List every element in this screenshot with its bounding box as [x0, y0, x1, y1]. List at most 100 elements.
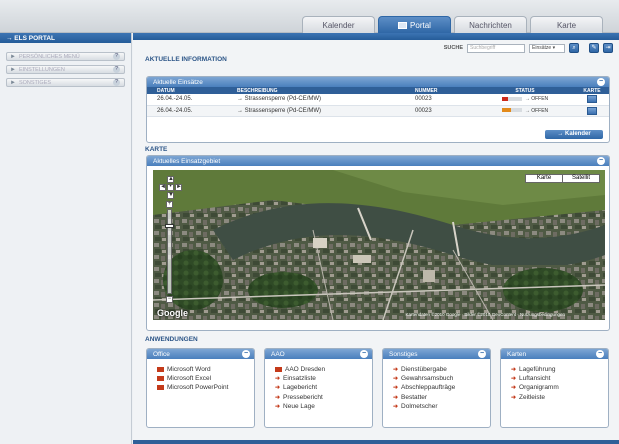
- tab-nachrichten[interactable]: Nachrichten: [454, 16, 527, 33]
- app-label: Dolmetscher: [401, 402, 438, 410]
- main-tabs: Kalender Portal Nachrichten Karte: [302, 16, 603, 33]
- app-label: Lageführung: [519, 366, 556, 374]
- help-icon[interactable]: ?: [113, 53, 120, 60]
- map-view-icon[interactable]: [587, 106, 597, 115]
- tab-label: Kalender: [322, 20, 355, 30]
- zoom-slider-handle[interactable]: [165, 224, 174, 228]
- app-link-excel[interactable]: Microsoft Excel: [157, 374, 254, 383]
- sidebar-item-einstellungen[interactable]: ► EINSTELLUNGEN ?: [6, 65, 125, 74]
- sidebar-item-persoenliches-menu[interactable]: ► PERSÖNLICHES MENÜ ?: [6, 52, 125, 61]
- help-icon[interactable]: ?: [113, 79, 120, 86]
- search-bar: SUCHE Suchbegriff Einsätze ▾ ⌕ ✎ ⇥: [133, 40, 619, 56]
- top-bar: Kalender Portal Nachrichten Karte: [0, 0, 619, 33]
- app-link-organigramm[interactable]: ➜ Organigramm: [511, 383, 608, 392]
- sidebar-item-sonstiges[interactable]: ► SONSTIGES ?: [6, 78, 125, 87]
- app-link-powerpoint[interactable]: Microsoft PowerPoint: [157, 383, 254, 392]
- app-list: ➜ Lageführung ➜ Luftansicht ➜ Organigramm ➜…: [501, 359, 608, 402]
- app-link-aao-dresden[interactable]: AAO Dresden: [275, 365, 372, 374]
- app-label: Organigramm: [519, 384, 559, 392]
- app-link-lagebericht[interactable]: ➜ Lagebericht: [275, 383, 372, 392]
- zoom-slider[interactable]: [167, 209, 172, 294]
- collapse-icon[interactable]: −: [596, 350, 604, 358]
- exit-icon: ⇥: [605, 45, 611, 51]
- search-button[interactable]: ⌕: [569, 43, 579, 53]
- section-title-karte: KARTE: [145, 146, 168, 153]
- cell-status: → OFFEN: [475, 94, 575, 106]
- portal-icon: [398, 21, 408, 29]
- map-view-icon[interactable]: [587, 95, 597, 104]
- satellite-map[interactable]: Karte Satellit ▲ ◄ • ► ▼ + − Google Kart…: [153, 170, 605, 320]
- tab-portal[interactable]: Portal: [378, 16, 451, 33]
- cell-datum: 26.04.-24.05.: [147, 94, 227, 106]
- app-link-gewahrsamsbuch[interactable]: ➜ Gewahrsamsbuch: [393, 374, 490, 383]
- column-header[interactable]: KARTE: [575, 87, 609, 94]
- map-type-satellit-button[interactable]: Satellit: [562, 174, 600, 183]
- pan-down-icon[interactable]: ▼: [167, 192, 174, 199]
- pan-up-icon[interactable]: ▲: [167, 176, 174, 183]
- app-link-lagefuehrung[interactable]: ➜ Lageführung: [511, 365, 608, 374]
- search-scope-select[interactable]: Einsätze ▾: [529, 43, 565, 53]
- zoom-out-icon[interactable]: −: [166, 296, 173, 303]
- arrow-icon: ➜: [393, 385, 399, 392]
- column-header[interactable]: DATUM: [147, 87, 227, 94]
- table-row[interactable]: 26.04.-24.05. → Strassensperre (Pd-CE/MW…: [147, 94, 609, 106]
- app-link-dienstuebergabe[interactable]: ➜ Dienstübergabe: [393, 365, 490, 374]
- collapse-icon[interactable]: −: [597, 157, 605, 165]
- search-input[interactable]: Suchbegriff: [467, 43, 525, 53]
- map-imagery: [153, 170, 605, 320]
- app-link-bestatter[interactable]: ➜ Bestatter: [393, 393, 490, 402]
- table-row[interactable]: 26.04.-24.05. → Strassensperre (Pd-CE/MW…: [147, 105, 609, 117]
- column-header[interactable]: BESCHREIBUNG: [227, 87, 405, 94]
- app-label: Abschleppaufträge: [401, 384, 456, 392]
- app-link-word[interactable]: Microsoft Word: [157, 365, 254, 374]
- arrow-icon: ➜: [393, 403, 399, 410]
- panel-title: Karten: [507, 350, 527, 358]
- collapse-icon[interactable]: −: [478, 350, 486, 358]
- map-type-karte-button[interactable]: Karte: [525, 174, 563, 183]
- panel-title: AAO: [271, 350, 285, 358]
- app-label: Lagebericht: [283, 384, 318, 392]
- arrow-icon: ➜: [511, 376, 517, 383]
- tab-karte[interactable]: Karte: [530, 16, 603, 33]
- pan-center-icon[interactable]: •: [167, 184, 174, 191]
- app-panel-office: Office − Microsoft Word Microsoft Excel M…: [146, 348, 255, 428]
- panel-header: Aktuelles Einsatzgebiet −: [147, 156, 609, 166]
- logout-button[interactable]: ⇥: [603, 43, 613, 53]
- collapse-icon[interactable]: −: [360, 350, 368, 358]
- tab-kalender[interactable]: Kalender: [302, 16, 375, 33]
- arrow-icon: ➜: [275, 394, 281, 401]
- status-progress-bar: [501, 96, 522, 101]
- edit-button[interactable]: ✎: [589, 43, 599, 53]
- collapse-icon[interactable]: −: [597, 78, 605, 86]
- app-link-zeitleiste[interactable]: ➜ Zeitleiste: [511, 393, 608, 402]
- pan-right-icon[interactable]: ►: [175, 184, 182, 191]
- sidebar-item-label: SONSTIGES: [18, 79, 52, 86]
- app-link-luftansicht[interactable]: ➜ Luftansicht: [511, 374, 608, 383]
- office-icon: [157, 385, 164, 391]
- app-link-dolmetscher[interactable]: ➜ Dolmetscher: [393, 402, 490, 411]
- app-link-einsatzliste[interactable]: ➜ Einsatzliste: [275, 374, 372, 383]
- collapse-icon[interactable]: −: [242, 350, 250, 358]
- app-label: Luftansicht: [519, 375, 551, 383]
- zoom-in-icon[interactable]: +: [166, 201, 173, 208]
- app-link-abschleppauftraege[interactable]: ➜ Abschleppaufträge: [393, 383, 490, 392]
- pencil-icon: ✎: [591, 45, 597, 51]
- sidebar-item-label: EINSTELLUNGEN: [18, 66, 65, 73]
- column-header[interactable]: NUMMER: [405, 87, 475, 94]
- cell-beschreibung[interactable]: → Strassensperre (Pd-CE/MW): [227, 94, 405, 106]
- arrow-icon: ➜: [511, 385, 517, 392]
- einsaetze-panel: Aktuelle Einsätze − DATUM BESCHREIBUNG N…: [146, 76, 610, 143]
- column-header[interactable]: STATUS: [475, 87, 575, 94]
- search-icon: ⌕: [572, 45, 576, 51]
- cell-beschreibung[interactable]: → Strassensperre (Pd-CE/MW): [227, 105, 405, 117]
- pan-left-icon[interactable]: ◄: [159, 184, 166, 191]
- app-link-neue-lage[interactable]: ➜ Neue Lage: [275, 402, 372, 411]
- kalender-button[interactable]: → Kalender: [545, 130, 603, 139]
- help-icon[interactable]: ?: [113, 66, 120, 73]
- app-label: AAO Dresden: [285, 366, 326, 374]
- app-list: Microsoft Word Microsoft Excel Microsoft…: [147, 359, 254, 393]
- map-copyright: Kartendaten ©2010 Google · Bilder ©2010 …: [405, 312, 566, 317]
- app-label: Dienstübergabe: [401, 366, 447, 374]
- app-link-pressebericht[interactable]: ➜ Pressebericht: [275, 393, 372, 402]
- cell-karte: [575, 105, 609, 117]
